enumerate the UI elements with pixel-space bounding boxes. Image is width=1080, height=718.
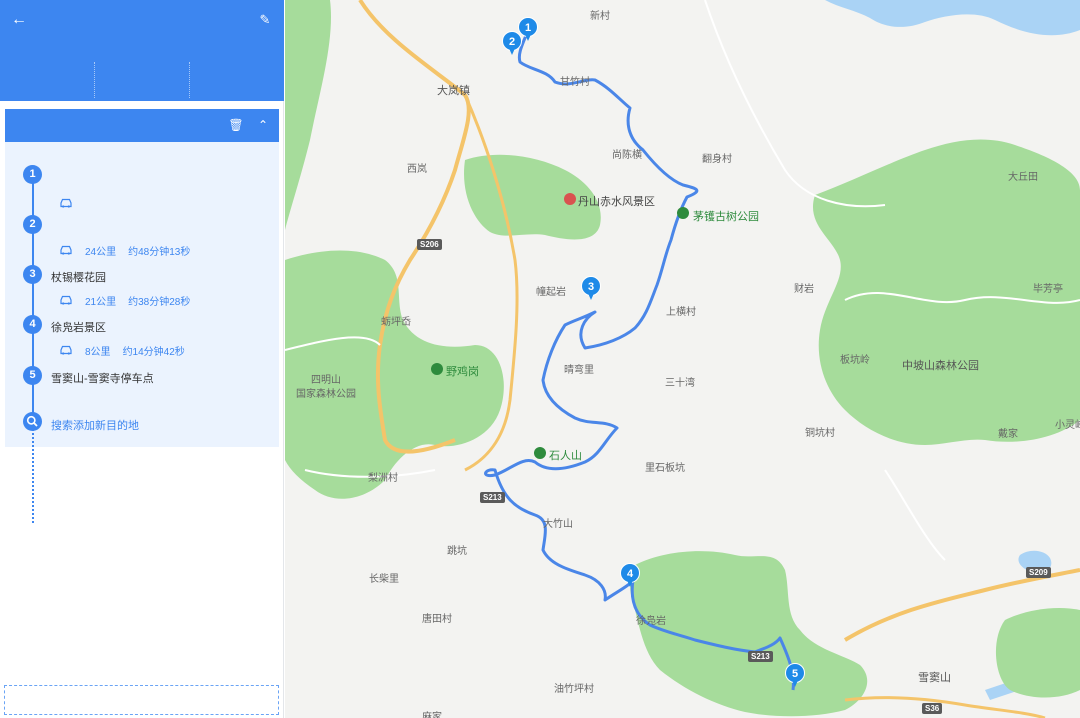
place-label: 麻家 <box>422 712 442 718</box>
road-shield: S36 <box>922 703 943 714</box>
segment-distance: 21公里 <box>85 296 117 308</box>
marker-tail <box>524 32 532 41</box>
stop-number-1[interactable]: 1 <box>23 165 42 184</box>
place-label: 大岚镇 <box>437 85 470 97</box>
car-icon <box>60 198 72 208</box>
place-label: 跳坑 <box>447 546 467 557</box>
header-tabs <box>0 62 284 98</box>
route-marker-3[interactable]: 3 <box>581 276 601 302</box>
road-shield: S209 <box>1026 567 1051 578</box>
segment-distance: 8公里 <box>85 346 111 358</box>
stop-number-3[interactable]: 3 <box>23 265 42 284</box>
map-view[interactable]: 新村 甘竹村 大岚镇 尚陈横 翻身村 西岚 丹山赤水风景区 茅镬古树公园 大丘田… <box>285 0 1080 718</box>
road-shield: S213 <box>748 651 773 662</box>
road-minor-5 <box>884 469 946 561</box>
place-label: 徐凫岩 <box>636 616 666 627</box>
place-label: 板坑岭 <box>840 355 870 366</box>
poi-danshan-icon[interactable] <box>564 193 576 205</box>
marker-tail <box>587 291 595 300</box>
add-destination-link[interactable]: 搜索添加新目的地 <box>51 417 139 433</box>
place-label: 尚陈横 <box>612 150 642 161</box>
route-panel: ← ✎ 🗑 ⌃ 1 2 24公里 约48分钟13秒 3 杖锡樱花园 21公里 约… <box>0 0 284 718</box>
poi-label-danshan[interactable]: 丹山赤水风景区 <box>578 193 655 209</box>
place-label: 三十湾 <box>665 378 695 389</box>
place-label: 中坡山森林公园 <box>902 360 979 372</box>
place-label: 四明山 国家森林公园 <box>296 375 356 400</box>
chevron-up-icon[interactable]: ⌃ <box>254 116 272 134</box>
car-icon <box>60 295 72 305</box>
road-minor-3 <box>704 0 886 208</box>
road-s36 <box>844 696 1046 718</box>
place-label: 梨洲村 <box>368 473 398 484</box>
poi-label-zhexi-park[interactable]: 茅镬古树公园 <box>693 208 759 224</box>
stop-number-4[interactable]: 4 <box>23 315 42 334</box>
car-icon <box>60 245 72 255</box>
place-label: 财岩 <box>794 284 814 295</box>
place-label: 唐田村 <box>422 614 452 625</box>
marker-tail <box>626 578 634 587</box>
magnifier-glyph <box>26 415 38 427</box>
place-label: 蛎坪岙 <box>381 317 411 328</box>
segment-3: 21公里 约38分钟28秒 <box>59 292 190 308</box>
route-marker-5[interactable]: 5 <box>785 663 805 689</box>
stop-name-3[interactable]: 杖锡樱花园 <box>51 269 106 285</box>
stop-number-5[interactable]: 5 <box>23 366 42 385</box>
place-label: 大丘田 <box>1008 172 1038 183</box>
road-shield: S206 <box>417 239 442 250</box>
place-label: 里石板坑 <box>645 463 685 474</box>
road-shield: S213 <box>480 492 505 503</box>
back-arrow-icon[interactable]: ← <box>9 10 29 30</box>
forest-east <box>995 608 1080 698</box>
stop-name-5[interactable]: 雪窦山-雪窦寺停车点 <box>51 370 154 386</box>
header-tab-1[interactable] <box>0 62 95 98</box>
route-marker-2[interactable]: 2 <box>502 31 522 57</box>
trash-icon[interactable]: 🗑 <box>227 116 245 134</box>
search-icon[interactable] <box>23 412 42 431</box>
segment-duration: 约48分钟13秒 <box>128 246 191 258</box>
place-label: 西岚 <box>407 164 427 175</box>
segment-duration: 约38分钟28秒 <box>128 296 191 308</box>
car-icon <box>60 345 72 355</box>
route-card: 🗑 ⌃ 1 2 24公里 约48分钟13秒 3 杖锡樱花园 21公里 约38分钟… <box>5 109 279 523</box>
stop-number-2[interactable]: 2 <box>23 215 42 234</box>
edit-pencil-icon[interactable]: ✎ <box>255 10 275 30</box>
place-label: 大竹山 <box>543 519 573 530</box>
marker-tail <box>508 46 516 55</box>
place-label: 毕芳亭 <box>1033 284 1063 295</box>
water-reservoir <box>825 0 1080 36</box>
place-label: 上横村 <box>666 307 696 318</box>
place-label: 长柴里 <box>369 574 399 585</box>
place-label: 幢起岩 <box>536 287 566 298</box>
header-tab-3[interactable] <box>190 62 284 98</box>
marker-tail <box>791 678 799 687</box>
segment-distance: 24公里 <box>85 246 117 258</box>
place-label: 戴家 <box>998 429 1018 440</box>
route-connector-dotted <box>32 385 34 523</box>
header-tab-2[interactable] <box>95 62 190 98</box>
poi-label-yejigang[interactable]: 野鸡岗 <box>446 363 479 379</box>
place-label: 翻身村 <box>702 154 732 165</box>
poi-yejigang-icon[interactable] <box>431 363 443 375</box>
panel-header: ← ✎ <box>0 0 284 101</box>
route-marker-4[interactable]: 4 <box>620 563 640 589</box>
place-label: 甘竹村 <box>560 77 590 88</box>
route-card-header: 🗑 ⌃ <box>5 109 279 142</box>
place-label: 雪窦山 <box>918 672 951 684</box>
segment-duration: 约14分钟42秒 <box>122 346 185 358</box>
forest-xuedou <box>630 551 868 717</box>
segment-4: 8公里 约14分钟42秒 <box>59 342 185 358</box>
stop-name-4[interactable]: 徐凫岩景区 <box>51 319 106 335</box>
segment-2: 24公里 约48分钟13秒 <box>59 242 190 258</box>
place-label: 小灵峰 <box>1055 420 1080 431</box>
segment-1 <box>59 195 97 211</box>
poi-zhexi-park-icon[interactable] <box>677 207 689 219</box>
forest-siming-park <box>285 0 331 230</box>
place-label: 油竹坪村 <box>554 684 594 695</box>
poi-shirenshan-icon[interactable] <box>534 447 546 459</box>
poi-label-shirenshan[interactable]: 石人山 <box>549 447 582 463</box>
place-label: 晴弯里 <box>564 365 594 376</box>
bottom-input-box[interactable] <box>4 685 279 715</box>
place-label: 铜坑村 <box>805 428 835 439</box>
place-label: 新村 <box>590 11 610 22</box>
